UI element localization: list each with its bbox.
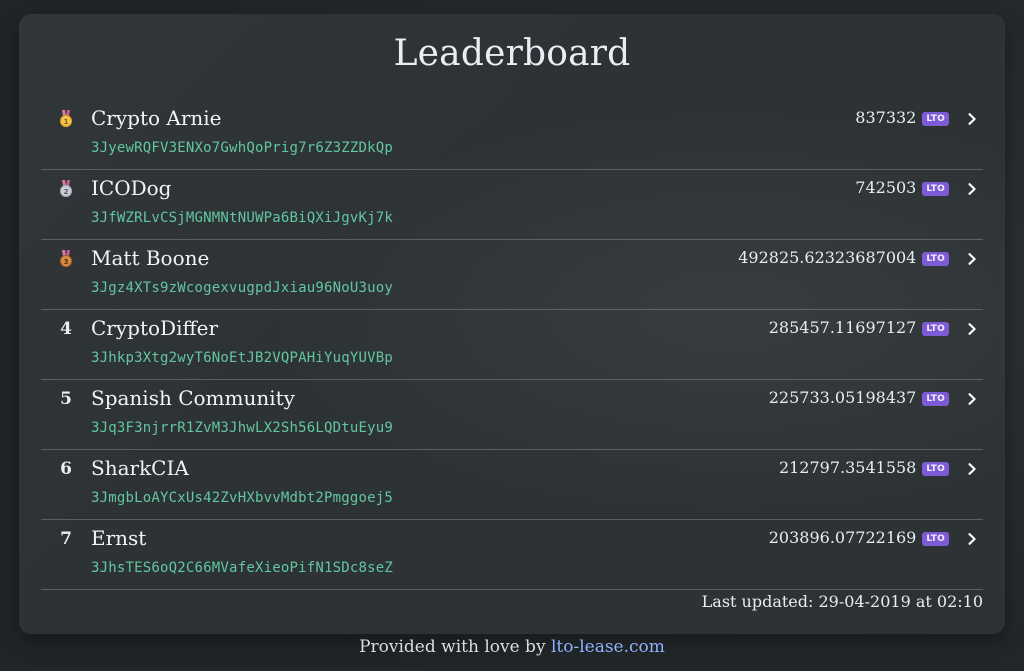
lto-badge: LTO (922, 252, 949, 266)
leaderboard-row[interactable]: 7 Ernst 3JhsTES6oQ2C66MVafeXieoPifN1SDc8… (41, 520, 983, 590)
leaderboard-row[interactable]: 2 ICODog 3JfWZRLvCSjMGNMNtNUWPa6BiQXiJgv… (41, 170, 983, 240)
page-title: Leaderboard (393, 33, 631, 74)
lease-amount: 285457.11697127 (768, 318, 917, 337)
lto-badge: LTO (922, 322, 949, 336)
participant-name: Spanish Community (91, 386, 295, 410)
chevron-right-icon[interactable] (963, 110, 981, 128)
leaderboard-row[interactable]: 6 SharkCIA 3JmgbLoAYCxUs42ZvHXbvvMdbt2Pm… (41, 450, 983, 520)
lease-amount: 742503 (855, 178, 917, 197)
row-right: 225733.05198437 LTO (769, 386, 983, 410)
leaderboard-list: 1 Crypto Arnie 3JyewRQFV3ENXo7GwhQoPrig7… (19, 100, 1005, 590)
lto-badge: LTO (922, 182, 949, 196)
silver-medal-icon: 2 (59, 180, 73, 198)
provided-by-prefix: Provided with love by (359, 637, 551, 657)
participant-name: Crypto Arnie (91, 106, 222, 130)
leaderboard-row[interactable]: 5 Spanish Community 3Jq3F3njrrR1ZvM3JhwL… (41, 380, 983, 450)
participant-name: Matt Boone (91, 246, 210, 270)
last-updated: Last updated: 29-04-2019 at 02:10 (701, 592, 983, 611)
page: Leaderboard 1 Crypto Arnie 3JyewRQFV3ENX… (0, 0, 1024, 671)
provider-link[interactable]: lto-lease.com (551, 637, 665, 657)
leaderboard-row[interactable]: 4 CryptoDiffer 3Jhkp3Xtg2wyT6NoEtJB2VQPA… (41, 310, 983, 380)
lto-badge: LTO (922, 112, 949, 126)
lease-amount: 203896.07722169 (768, 528, 917, 547)
lto-badge: LTO (922, 462, 949, 476)
wallet-address: 3Jhkp3Xtg2wyT6NoEtJB2VQPAHiYuqYUVBp (91, 350, 394, 366)
rank-number: 7 (60, 529, 72, 549)
lease-amount: 837332 (855, 108, 917, 127)
lto-badge: LTO (922, 532, 949, 546)
lease-amount: 212797.3541558 (778, 458, 917, 477)
wallet-address: 3Jq3F3njrrR1ZvM3JhwLX2Sh56LQDtuEyu9 (91, 420, 394, 436)
wallet-address: 3Jgz4XTs9zWcogexvugpdJxiau96NoU3uoy (91, 280, 394, 296)
wallet-address: 3JfWZRLvCSjMGNMNtNUWPa6BiQXiJgvKj7k (91, 210, 394, 226)
lease-amount: 225733.05198437 (768, 388, 917, 407)
rank-number: 6 (60, 459, 72, 479)
leaderboard-row[interactable]: 1 Crypto Arnie 3JyewRQFV3ENXo7GwhQoPrig7… (41, 100, 983, 170)
row-right: 492825.62323687004 LTO (738, 246, 983, 270)
row-right: 285457.11697127 LTO (769, 316, 983, 340)
provided-by: Provided with love by lto-lease.com (0, 637, 1024, 657)
lease-amount: 492825.62323687004 (738, 248, 917, 267)
chevron-right-icon[interactable] (963, 530, 981, 548)
row-right: 212797.3541558 LTO (779, 456, 983, 480)
gold-medal-icon: 1 (59, 110, 73, 128)
svg-text:2: 2 (64, 188, 69, 196)
participant-name: ICODog (91, 176, 172, 200)
leaderboard-row[interactable]: 3 Matt Boone 3Jgz4XTs9zWcogexvugpdJxiau9… (41, 240, 983, 310)
rank-number: 5 (60, 389, 72, 409)
bronze-medal-icon: 3 (59, 250, 73, 268)
participant-name: CryptoDiffer (91, 316, 219, 340)
svg-text:1: 1 (64, 118, 69, 126)
lto-badge: LTO (922, 392, 949, 406)
row-right: 742503 LTO (855, 176, 983, 200)
rank-1: 1 (57, 108, 75, 130)
wallet-address: 3JmgbLoAYCxUs42ZvHXbvvMdbt2Pmggoej5 (91, 490, 394, 506)
leaderboard-card: Leaderboard 1 Crypto Arnie 3JyewRQFV3ENX… (19, 14, 1005, 634)
chevron-right-icon[interactable] (963, 460, 981, 478)
svg-text:3: 3 (64, 258, 69, 266)
chevron-right-icon[interactable] (963, 320, 981, 338)
wallet-address: 3JhsTES6oQ2C66MVafeXieoPifN1SDc8seZ (91, 560, 394, 576)
chevron-right-icon[interactable] (963, 390, 981, 408)
rank-2: 2 (57, 178, 75, 200)
rank-number: 4 (60, 319, 72, 339)
row-right: 203896.07722169 LTO (769, 526, 983, 550)
chevron-right-icon[interactable] (963, 250, 981, 268)
participant-name: SharkCIA (91, 456, 189, 480)
rank-3: 3 (57, 248, 75, 270)
row-right: 837332 LTO (855, 106, 983, 130)
chevron-right-icon[interactable] (963, 180, 981, 198)
wallet-address: 3JyewRQFV3ENXo7GwhQoPrig7r6Z3ZZDkQp (91, 140, 394, 156)
participant-name: Ernst (91, 526, 147, 550)
